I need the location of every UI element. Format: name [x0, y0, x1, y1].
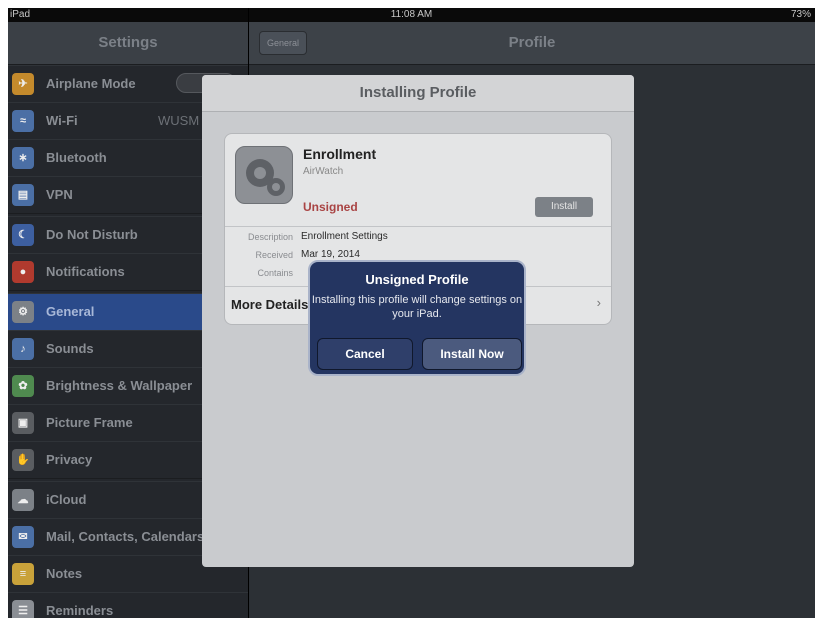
reminders-icon: ☰ [12, 600, 34, 618]
sidebar-item-label: Airplane Mode [46, 76, 136, 91]
detail-title: Profile [508, 34, 556, 51]
status-bar: iPad 11:08 AM 73% [8, 8, 815, 22]
flower-icon: ✿ [12, 375, 34, 397]
chevron-right-icon: › [596, 295, 601, 310]
field-value-description: Enrollment Settings [301, 231, 388, 242]
field-label-contains: Contains [257, 268, 293, 278]
gear-icon: ⚙ [12, 301, 34, 323]
mail-icon: ✉ [12, 526, 34, 548]
sidebar-title: Settings [8, 22, 248, 65]
sidebar-item-label: Picture Frame [46, 415, 133, 430]
sidebar-item-label: iCloud [46, 492, 87, 507]
sidebar-item-label: General [46, 304, 95, 319]
vpn-icon: ▤ [12, 184, 34, 206]
signed-status: Unsigned [303, 200, 358, 214]
sidebar-item-label: VPN [46, 187, 73, 202]
alert-title: Unsigned Profile [365, 272, 469, 287]
card-separator [225, 226, 611, 227]
bluetooth-icon: ∗ [12, 147, 34, 169]
unsigned-profile-alert: Unsigned Profile Installing this profile… [308, 260, 526, 376]
install-now-button[interactable]: Install Now [422, 338, 522, 370]
detail-navbar: General Profile [249, 22, 815, 65]
picture-frame-icon: ▣ [12, 412, 34, 434]
sidebar-item-value: WUSM [158, 113, 200, 128]
alert-message: Installing this profile will change sett… [311, 294, 523, 320]
clock: 11:08 AM [390, 9, 433, 20]
notifications-icon: ● [12, 261, 34, 283]
sidebar-item-label: Bluetooth [46, 150, 107, 165]
sidebar-item-label: Brightness & Wallpaper [46, 378, 193, 393]
install-button[interactable]: Install [535, 197, 593, 217]
profile-organization: AirWatch [303, 166, 344, 177]
more-details-row[interactable]: More Details [231, 297, 308, 312]
field-label-description: Description [247, 232, 293, 242]
moon-icon: ☾ [12, 224, 34, 246]
cancel-button[interactable]: Cancel [317, 338, 413, 370]
sidebar-item-label: Mail, Contacts, Calendars [46, 529, 205, 544]
field-label-received: Received [255, 250, 293, 260]
sidebar-item-label: Sounds [46, 341, 94, 356]
notes-icon: ≡ [12, 563, 34, 585]
sidebar-item-label: Notes [46, 566, 83, 581]
wifi-icon: ≈ [12, 110, 34, 132]
sidebar-item-reminders[interactable]: ☰ Reminders [8, 592, 248, 618]
sidebar-item-label: Reminders [46, 603, 114, 618]
field-value-received: Mar 19, 2014 [301, 249, 360, 260]
battery-level: 73% [790, 9, 811, 20]
profile-name: Enrollment [303, 146, 377, 162]
hand-icon: ✋ [12, 449, 34, 471]
sidebar-item-label: Wi-Fi [46, 113, 78, 128]
sidebar-item-label: Do Not Disturb [46, 227, 138, 242]
sidebar-item-label: Notifications [46, 264, 125, 279]
cloud-icon: ☁ [12, 489, 34, 511]
speaker-icon: ♪ [12, 338, 34, 360]
ipad-screen: iPad 11:08 AM 73% Settings ✈ Airplane Mod… [8, 8, 815, 618]
settings-gear-icon [235, 146, 293, 204]
sheet-title: Installing Profile [202, 75, 634, 112]
airplane-icon: ✈ [12, 73, 34, 95]
sidebar-item-label: Privacy [46, 452, 93, 467]
